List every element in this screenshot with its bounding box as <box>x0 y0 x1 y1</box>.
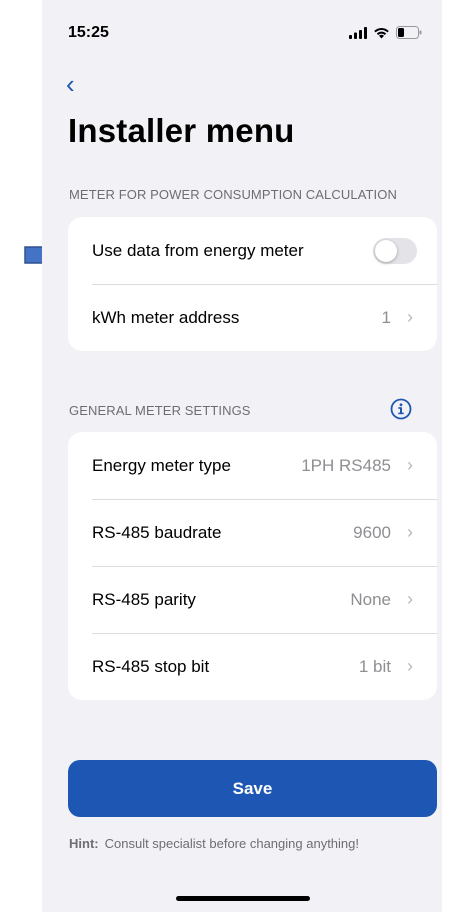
toggle-knob <box>375 239 397 262</box>
home-indicator[interactable] <box>176 896 310 901</box>
chevron-right-icon: › <box>407 307 413 327</box>
row-rs485-parity[interactable]: RS-485 parity None › <box>68 566 437 633</box>
section-header-meter: METER FOR POWER CONSUMPTION CALCULATION <box>69 187 397 202</box>
row-value: None <box>350 589 391 609</box>
status-bar: 15:25 <box>42 0 442 60</box>
status-icons <box>349 26 422 39</box>
section-header-general: GENERAL METER SETTINGS <box>69 403 251 418</box>
signal-icon <box>349 26 367 39</box>
row-label: RS-485 stop bit <box>92 656 210 676</box>
row-value: 1 <box>381 307 391 327</box>
row-value: 1PH RS485 <box>301 455 391 475</box>
row-label: RS-485 baudrate <box>92 522 222 542</box>
info-icon[interactable] <box>390 398 412 420</box>
row-kwh-meter-address[interactable]: kWh meter address 1 › <box>68 284 437 351</box>
row-use-energy-meter[interactable]: Use data from energy meter <box>68 217 437 284</box>
chevron-right-icon: › <box>407 656 413 676</box>
chevron-left-icon: ‹ <box>66 69 75 99</box>
row-label: RS-485 parity <box>92 589 196 609</box>
back-button[interactable]: ‹ <box>66 70 90 98</box>
row-rs485-baudrate[interactable]: RS-485 baudrate 9600 › <box>68 499 437 566</box>
row-label: kWh meter address <box>92 307 240 327</box>
hint-message: Consult specialist before changing anyth… <box>104 836 359 851</box>
row-label: Use data from energy meter <box>92 240 304 260</box>
battery-icon <box>396 26 422 39</box>
row-value: 9600 <box>353 522 391 542</box>
use-energy-meter-toggle[interactable] <box>373 237 417 264</box>
phone-screen: 15:25 ‹ Installer menu METER FOR POWER C… <box>42 0 442 912</box>
row-rs485-stop-bit[interactable]: RS-485 stop bit 1 bit › <box>68 633 437 700</box>
meter-settings-card: Use data from energy meter kWh meter add… <box>68 217 437 351</box>
page-title: Installer menu <box>68 112 295 149</box>
chevron-right-icon: › <box>407 589 413 609</box>
status-time: 15:25 <box>68 24 109 41</box>
row-label: Energy meter type <box>92 455 231 475</box>
wifi-icon <box>374 27 389 38</box>
row-energy-meter-type[interactable]: Energy meter type 1PH RS485 › <box>68 432 437 499</box>
hint-text: Hint: Consult specialist before changing … <box>69 836 359 851</box>
save-button[interactable]: Save <box>68 760 437 817</box>
general-settings-card: Energy meter type 1PH RS485 › RS-485 bau… <box>68 432 437 700</box>
hint-label: Hint: <box>69 836 99 851</box>
row-value: 1 bit <box>358 656 391 676</box>
chevron-right-icon: › <box>407 522 413 542</box>
chevron-right-icon: › <box>407 455 413 475</box>
